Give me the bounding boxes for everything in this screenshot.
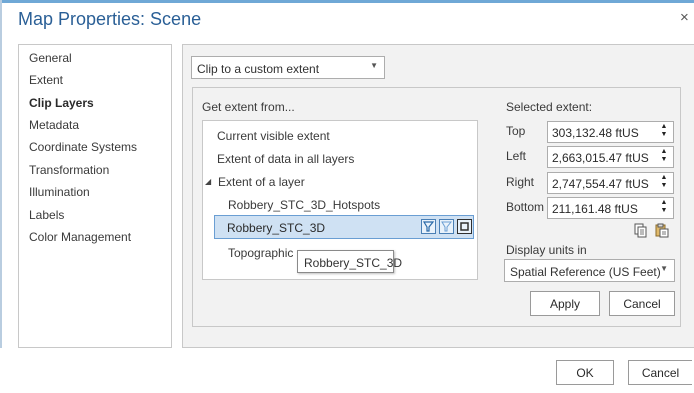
get-extent-label: Get extent from...: [202, 100, 295, 114]
chevron-down-icon: ▼: [370, 61, 378, 70]
apply-button-label: Apply: [549, 297, 581, 311]
bottom-label: Bottom: [506, 200, 545, 214]
list-item-layer-selected[interactable]: Robbery_STC_3D: [214, 215, 474, 239]
right-value: 2,747,554.47 ftUS: [552, 177, 649, 191]
nav-item-general[interactable]: General: [29, 51, 72, 65]
bottom-field[interactable]: 211,161.48 ftUS ▲ ▼: [547, 197, 674, 219]
nav-panel: General Extent Clip Layers Metadata Coor…: [18, 44, 172, 348]
nav-item-coordinate-systems[interactable]: Coordinate Systems: [29, 140, 137, 154]
list-item-layer-topographic[interactable]: Topographic: [228, 246, 293, 260]
ok-button-label: OK: [576, 366, 594, 380]
nav-item-transformation[interactable]: Transformation: [29, 163, 109, 177]
clip-mode-dropdown[interactable]: Clip to a custom extent ▼: [191, 56, 385, 79]
nav-item-color-management[interactable]: Color Management: [29, 230, 131, 244]
clip-outside-icon[interactable]: [439, 219, 454, 234]
right-field[interactable]: 2,747,554.47 ftUS ▲ ▼: [547, 172, 674, 194]
list-item-current-visible-extent[interactable]: Current visible extent: [217, 129, 330, 143]
window-left-border: [0, 0, 2, 393]
nav-item-labels[interactable]: Labels: [29, 208, 64, 222]
tooltip-text: Robbery_STC_3D: [304, 256, 403, 270]
clip-mode-value: Clip to a custom extent: [197, 62, 320, 76]
display-units-label: Display units in: [506, 243, 587, 257]
top-label: Top: [506, 124, 526, 138]
spinner-icon[interactable]: ▲ ▼: [660, 199, 668, 215]
chevron-down-icon: ▼: [660, 264, 668, 273]
right-label: Right: [506, 175, 535, 189]
extent-cancel-button[interactable]: Cancel: [609, 291, 675, 316]
extent-cancel-button-label: Cancel: [623, 297, 661, 311]
top-field[interactable]: 303,132.48 ftUS ▲ ▼: [547, 121, 674, 143]
left-label: Left: [506, 149, 527, 163]
spinner-icon[interactable]: ▲ ▼: [660, 174, 668, 190]
window-top-border: [0, 0, 694, 3]
dialog-cancel-button[interactable]: Cancel: [628, 360, 692, 385]
spinner-icon[interactable]: ▲ ▼: [660, 148, 668, 164]
paste-icon[interactable]: [655, 223, 669, 241]
display-units-dropdown[interactable]: Spatial Reference (US Feet) ▼: [504, 259, 675, 282]
close-icon[interactable]: ×: [680, 10, 689, 26]
selected-extent-label: Selected extent:: [506, 100, 593, 114]
bottom-value: 211,161.48 ftUS: [552, 202, 638, 216]
dialog-title: Map Properties: Scene: [18, 9, 202, 29]
list-item-extent-all-layers[interactable]: Extent of data in all layers: [217, 152, 354, 166]
layer-tooltip: Robbery_STC_3D: [297, 250, 402, 273]
apply-button[interactable]: Apply: [530, 291, 600, 316]
dialog-cancel-button-label: Cancel: [641, 366, 680, 380]
left-value: 2,663,015.47 ftUS: [552, 151, 649, 165]
left-field[interactable]: 2,663,015.47 ftUS ▲ ▼: [547, 146, 674, 168]
display-units-value: Spatial Reference (US Feet): [510, 265, 661, 279]
zoom-to-layer-icon[interactable]: [457, 219, 472, 234]
copy-icon[interactable]: [634, 223, 648, 241]
spinner-icon[interactable]: ▲ ▼: [660, 123, 668, 139]
clip-inside-icon[interactable]: [421, 219, 436, 234]
nav-item-extent[interactable]: Extent: [29, 73, 63, 87]
top-value: 303,132.48 ftUS: [552, 126, 639, 140]
nav-item-clip-layers[interactable]: Clip Layers: [29, 96, 94, 110]
list-item-extent-of-a-layer[interactable]: Extent of a layer: [218, 175, 305, 189]
ok-button[interactable]: OK: [556, 360, 614, 385]
expand-triangle-icon[interactable]: ◢: [205, 177, 211, 186]
selected-layer-label: Robbery_STC_3D: [227, 221, 326, 235]
nav-item-illumination[interactable]: Illumination: [29, 185, 90, 199]
nav-item-metadata[interactable]: Metadata: [29, 118, 79, 132]
list-item-layer-hotspots[interactable]: Robbery_STC_3D_Hotspots: [228, 198, 380, 212]
